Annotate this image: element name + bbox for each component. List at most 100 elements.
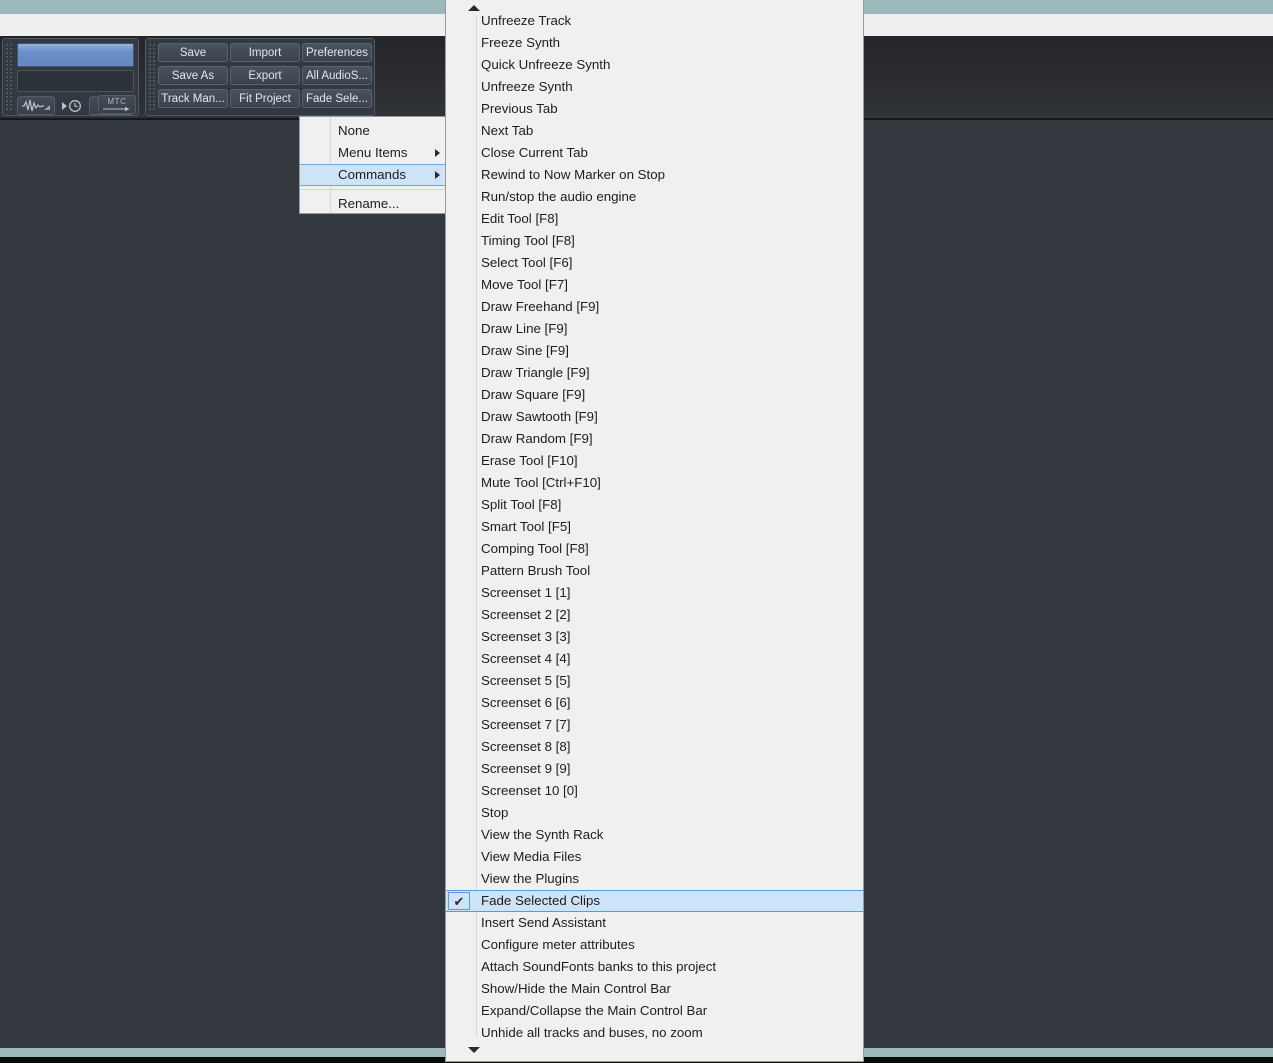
- commands-menu-item-screenset-9-9[interactable]: ✔Screenset 9 [9]: [446, 758, 863, 780]
- export-button[interactable]: Export: [230, 66, 300, 85]
- commands-menu-item-label: Rewind to Now Marker on Stop: [481, 167, 666, 182]
- context-menu-item-none[interactable]: None: [300, 120, 450, 142]
- commands-menu-item-screenset-8-8[interactable]: ✔Screenset 8 [8]: [446, 736, 863, 758]
- commands-menu-item-expand-collapse-the-main-control-bar[interactable]: ✔Expand/Collapse the Main Control Bar: [446, 1000, 863, 1022]
- commands-menu-item-view-the-synth-rack[interactable]: ✔View the Synth Rack: [446, 824, 863, 846]
- commands-menu-item-label: Draw Sine [F9]: [481, 343, 569, 358]
- commands-menu-item-draw-sine-f9[interactable]: ✔Draw Sine [F9]: [446, 340, 863, 362]
- context-menu-item-menu-items[interactable]: Menu Items: [300, 142, 450, 164]
- waveform-icon[interactable]: [17, 96, 55, 115]
- commands-menu-item-mute-tool-ctrl-f10[interactable]: ✔Mute Tool [Ctrl+F10]: [446, 472, 863, 494]
- playback-clock-icon[interactable]: [59, 96, 85, 115]
- fit-project-button[interactable]: Fit Project: [230, 89, 300, 108]
- commands-menu-item-pattern-brush-tool[interactable]: ✔Pattern Brush Tool: [446, 560, 863, 582]
- context-menu-item-commands[interactable]: Commands: [300, 164, 450, 186]
- commands-menu-item-unfreeze-synth[interactable]: ✔Unfreeze Synth: [446, 76, 863, 98]
- commands-menu-item-configure-meter-attributes[interactable]: ✔Configure meter attributes: [446, 934, 863, 956]
- commands-menu-item-view-the-plugins[interactable]: ✔View the Plugins: [446, 868, 863, 890]
- commands-menu-item-draw-freehand-f9[interactable]: ✔Draw Freehand [F9]: [446, 296, 863, 318]
- commands-menu-item-screenset-4-4[interactable]: ✔Screenset 4 [4]: [446, 648, 863, 670]
- commands-menu-item-screenset-2-2[interactable]: ✔Screenset 2 [2]: [446, 604, 863, 626]
- commands-menu-item-label: Insert Send Assistant: [481, 915, 606, 930]
- commands-menu-item-label: Timing Tool [F8]: [481, 233, 575, 248]
- commands-menu-item-show-hide-the-main-control-bar[interactable]: ✔Show/Hide the Main Control Bar: [446, 978, 863, 1000]
- commands-menu-item-label: View the Synth Rack: [481, 827, 604, 842]
- commands-menu-item-label: Unfreeze Synth: [481, 79, 573, 94]
- commands-menu-item-split-tool-f8[interactable]: ✔Split Tool [F8]: [446, 494, 863, 516]
- commands-menu-item-draw-line-f9[interactable]: ✔Draw Line [F9]: [446, 318, 863, 340]
- commands-menu-item-label: Screenset 3 [3]: [481, 629, 571, 644]
- commands-menu-item-next-tab[interactable]: ✔Next Tab: [446, 120, 863, 142]
- scroll-down-arrow-icon[interactable]: [446, 1039, 863, 1061]
- commands-menu-item-screenset-10-0[interactable]: ✔Screenset 10 [0]: [446, 780, 863, 802]
- commands-menu-item-fade-selected-clips[interactable]: ✔ Fade Selected Clips: [446, 890, 863, 912]
- commands-menu-item-insert-send-assistant[interactable]: ✔Insert Send Assistant: [446, 912, 863, 934]
- time-display-primary[interactable]: [17, 43, 134, 67]
- commands-menu-item-unfreeze-track[interactable]: ✔Unfreeze Track: [446, 10, 863, 32]
- all-audio-settings-button[interactable]: All AudioS...: [302, 66, 372, 85]
- commands-menu-item-label: Screenset 8 [8]: [481, 739, 571, 754]
- commands-menu-item-screenset-6-6[interactable]: ✔Screenset 6 [6]: [446, 692, 863, 714]
- commands-menu-item-label: Screenset 9 [9]: [481, 761, 571, 776]
- track-manager-button[interactable]: Track Man...: [158, 89, 228, 108]
- commands-menu-item-label: Comping Tool [F8]: [481, 541, 589, 556]
- commands-menu-item-screenset-5-5[interactable]: ✔Screenset 5 [5]: [446, 670, 863, 692]
- import-button[interactable]: Import: [230, 43, 300, 62]
- commands-menu-item-draw-triangle-f9[interactable]: ✔Draw Triangle [F9]: [446, 362, 863, 384]
- commands-menu-item-previous-tab[interactable]: ✔Previous Tab: [446, 98, 863, 120]
- commands-menu-item-select-tool-f6[interactable]: ✔Select Tool [F6]: [446, 252, 863, 274]
- toolbar-button-module: Save Import Preferences Save As Export A…: [145, 38, 375, 116]
- context-menu-item-label: Commands: [338, 167, 406, 182]
- context-menu-item-rename[interactable]: Rename...: [300, 193, 450, 215]
- commands-menu-item-label: Screenset 5 [5]: [481, 673, 571, 688]
- commands-submenu[interactable]: ✔Unfreeze Track✔Freeze Synth✔Quick Unfre…: [445, 0, 864, 1062]
- checkmark-icon: ✔: [448, 892, 470, 910]
- commands-menu-item-screenset-7-7[interactable]: ✔Screenset 7 [7]: [446, 714, 863, 736]
- commands-menu-item-attach-soundfonts-banks-to-this-project[interactable]: ✔Attach SoundFonts banks to this project: [446, 956, 863, 978]
- commands-menu-item-draw-sawtooth-f9[interactable]: ✔Draw Sawtooth [F9]: [446, 406, 863, 428]
- commands-menu-item-label: Mute Tool [Ctrl+F10]: [481, 475, 601, 490]
- fade-selected-button[interactable]: Fade Sele...: [302, 89, 372, 108]
- commands-menu-item-label: Fade Selected Clips: [481, 893, 600, 908]
- commands-menu-item-quick-unfreeze-synth[interactable]: ✔Quick Unfreeze Synth: [446, 54, 863, 76]
- commands-menu-item-smart-tool-f5[interactable]: ✔Smart Tool [F5]: [446, 516, 863, 538]
- commands-menu-item-label: View the Plugins: [481, 871, 580, 886]
- commands-menu-item-comping-tool-f8[interactable]: ✔Comping Tool [F8]: [446, 538, 863, 560]
- save-button[interactable]: Save: [158, 43, 228, 62]
- commands-menu-item-label: Move Tool [F7]: [481, 277, 568, 292]
- commands-menu-item-rewind-to-now-marker-on-stop[interactable]: ✔Rewind to Now Marker on Stop: [446, 164, 863, 186]
- preferences-button[interactable]: Preferences: [302, 43, 372, 62]
- commands-menu-item-label: Draw Random [F9]: [481, 431, 593, 446]
- commands-menu-item-close-current-tab[interactable]: ✔Close Current Tab: [446, 142, 863, 164]
- commands-menu-item-label: Draw Sawtooth [F9]: [481, 409, 598, 424]
- chevron-right-icon: [435, 149, 440, 157]
- commands-menu-item-view-media-files[interactable]: ✔View Media Files: [446, 846, 863, 868]
- commands-menu-item-run-stop-the-audio-engine[interactable]: ✔Run/stop the audio engine: [446, 186, 863, 208]
- context-menu-item-label: Menu Items: [338, 145, 408, 160]
- commands-menu-item-label: Next Tab: [481, 123, 534, 138]
- commands-menu-item-label: Screenset 6 [6]: [481, 695, 571, 710]
- commands-menu-item-label: Screenset 2 [2]: [481, 607, 571, 622]
- mtc-button[interactable]: MTC: [98, 95, 136, 114]
- context-menu-item-label: None: [338, 123, 370, 138]
- commands-menu-item-screenset-1-1[interactable]: ✔Screenset 1 [1]: [446, 582, 863, 604]
- commands-menu-item-label: Configure meter attributes: [481, 937, 635, 952]
- time-display-secondary[interactable]: [17, 70, 134, 92]
- commands-menu-item-move-tool-f7[interactable]: ✔Move Tool [F7]: [446, 274, 863, 296]
- commands-menu-item-screenset-3-3[interactable]: ✔Screenset 3 [3]: [446, 626, 863, 648]
- save-as-button[interactable]: Save As: [158, 66, 228, 85]
- drag-grip-icon[interactable]: [148, 43, 157, 111]
- button-assign-context-menu[interactable]: None Menu Items Commands Rename...: [299, 116, 451, 214]
- commands-menu-item-freeze-synth[interactable]: ✔Freeze Synth: [446, 32, 863, 54]
- commands-menu-item-erase-tool-f10[interactable]: ✔Erase Tool [F10]: [446, 450, 863, 472]
- drag-grip-icon[interactable]: [5, 43, 14, 111]
- commands-menu-item-list: ✔Unfreeze Track✔Freeze Synth✔Quick Unfre…: [446, 10, 863, 1044]
- commands-menu-item-label: Draw Line [F9]: [481, 321, 568, 336]
- commands-menu-item-draw-random-f9[interactable]: ✔Draw Random [F9]: [446, 428, 863, 450]
- commands-menu-item-edit-tool-f8[interactable]: ✔Edit Tool [F8]: [446, 208, 863, 230]
- commands-menu-item-timing-tool-f8[interactable]: ✔Timing Tool [F8]: [446, 230, 863, 252]
- commands-menu-item-draw-square-f9[interactable]: ✔Draw Square [F9]: [446, 384, 863, 406]
- context-menu-item-list: None Menu Items Commands Rename...: [300, 120, 450, 215]
- commands-menu-item-stop[interactable]: ✔Stop: [446, 802, 863, 824]
- commands-menu-item-label: Show/Hide the Main Control Bar: [481, 981, 671, 996]
